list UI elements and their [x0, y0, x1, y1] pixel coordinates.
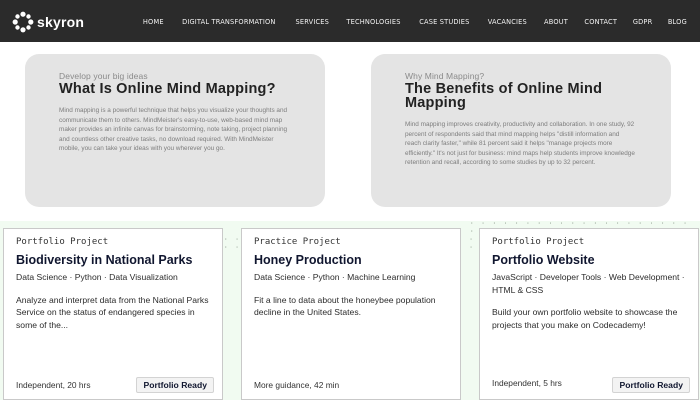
project-title[interactable]: Biodiversity in National Parks [16, 253, 210, 267]
project-type-label: Portfolio Project [492, 237, 585, 247]
project-card-honey-production[interactable]: Practice Project Honey Production Data S… [241, 228, 461, 400]
project-type-label: Practice Project [254, 237, 341, 247]
project-description: Fit a line to data about the honeybee po… [254, 294, 436, 318]
project-duration: Independent, 20 hrs [16, 380, 91, 390]
project-description: Build your own portfolio website to show… [492, 307, 678, 330]
project-duration: Independent, 5 hrs [492, 378, 562, 388]
article-body: Mind mapping is a powerful technique tha… [59, 107, 288, 153]
nav-link-gdpr[interactable]: GDPR [633, 17, 653, 26]
project-description: Analyze and interpret data from the Nati… [16, 294, 209, 330]
skyron-logo-icon [12, 11, 34, 33]
nav-link-contact[interactable]: CONTACT [584, 17, 617, 26]
project-card-biodiversity[interactable]: Portfolio Project Biodiversity in Nation… [3, 228, 223, 400]
project-card-portfolio-website[interactable]: Portfolio Project Portfolio Website Java… [479, 228, 699, 400]
main-nav: HOME DIGITAL TRANSFORMATION SERVICES TEC… [128, 0, 688, 42]
brand-name: skyron [37, 14, 85, 30]
article-eyebrow: Why Mind Mapping? [405, 71, 485, 81]
article-card-mind-mapping: Develop your big ideas What Is Online Mi… [25, 54, 325, 207]
article-eyebrow: Develop your big ideas [59, 71, 148, 81]
project-duration: More guidance, 42 min [254, 380, 340, 390]
project-type-label: Portfolio Project [16, 237, 109, 247]
nav-link-blog[interactable]: BLOG [668, 17, 687, 26]
project-tags: Data Science · Python · Machine Learning [254, 272, 416, 282]
portfolio-ready-badge: Portfolio Ready [136, 377, 214, 393]
nav-link-about[interactable]: ABOUT [544, 17, 568, 26]
decorative-dots: · · · · [224, 236, 241, 251]
nav-link-home[interactable]: HOME [142, 17, 163, 26]
project-tags: JavaScript · Developer Tools · Web Devel… [492, 272, 685, 295]
project-title[interactable]: Honey Production [254, 253, 448, 267]
article-title: What Is Online Mind Mapping? [59, 81, 276, 97]
brand-logo[interactable]: skyron [12, 11, 84, 33]
nav-link-vacancies[interactable]: VACANCIES [488, 17, 527, 26]
article-title: The Benefits of Online Mind Mapping [405, 81, 603, 111]
project-title[interactable]: Portfolio Website [492, 253, 686, 267]
nav-link-case-studies[interactable]: CASE STUDIES [419, 17, 469, 26]
nav-link-digital-transformation[interactable]: DIGITAL TRANSFORMATION [182, 17, 275, 26]
top-navbar: skyron HOME DIGITAL TRANSFORMATION SERVI… [0, 0, 700, 42]
portfolio-ready-badge: Portfolio Ready [612, 377, 690, 393]
article-card-benefits: Why Mind Mapping? The Benefits of Online… [371, 54, 671, 207]
article-body: Mind mapping improves creativity, produc… [405, 121, 635, 167]
project-tags: Data Science · Python · Data Visualizati… [16, 272, 178, 282]
nav-link-services[interactable]: SERVICES [295, 17, 329, 26]
nav-link-technologies[interactable]: TECHNOLOGIES [347, 17, 401, 26]
